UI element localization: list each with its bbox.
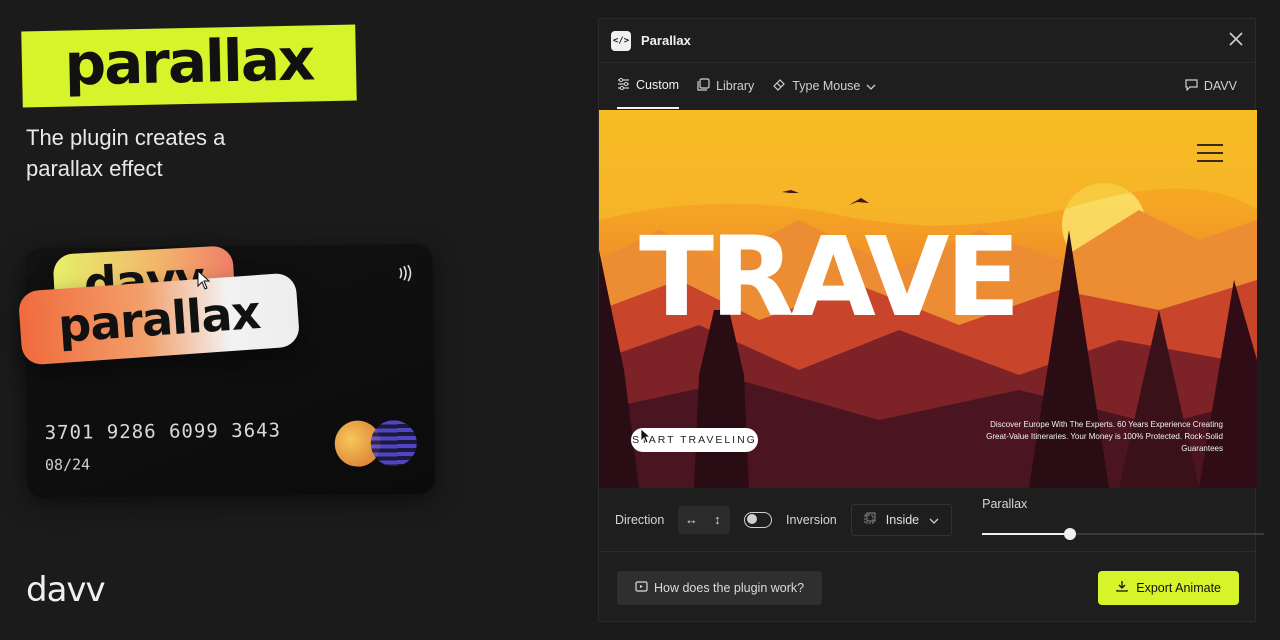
direction-vertical-button[interactable]: ↕ [704,506,730,534]
code-icon: </> [611,30,631,51]
direction-toggle-group: ↔ ↕ [678,505,731,534]
slider-track[interactable] [982,527,1265,540]
headline-text: parallax [63,25,314,99]
library-icon [697,78,710,94]
brand-logo: davv [26,570,106,610]
tab-custom-label: Custom [636,78,680,92]
headline-badge: parallax [21,24,357,108]
footer-bar: How does the plugin work? Export Animate [599,552,1257,623]
tab-library[interactable]: Library [697,63,754,109]
account-label: DAVV [1203,79,1237,93]
inversion-label: Inversion [786,512,837,527]
comment-icon [1185,78,1198,94]
window-title: Parallax [641,33,691,48]
video-icon [635,580,648,595]
layers-icon [864,512,876,527]
preview-description: Discover Europe With The Experts. 60 Yea… [986,420,1223,453]
export-button-label: Export Animate [1136,580,1221,595]
hamburger-menu-icon[interactable] [1197,144,1223,168]
parallax-slider[interactable]: Parallax [982,495,1265,545]
chevron-down-icon [929,513,939,527]
controls-bar: Direction ↔ ↕ Inversion Inside Parallax [599,488,1265,552]
sliders-icon [617,77,630,93]
chevron-down-icon [866,79,876,93]
tab-custom[interactable]: Custom [617,63,680,109]
mouse-cursor-icon [197,269,211,295]
parallax-preview[interactable]: TRAVE START TRAVELING Discover Europe Wi… [599,110,1257,488]
card-network-logo [334,418,425,467]
parallax-slider-label: Parallax [982,496,1028,511]
tagline: The plugin creates a parallax effect [26,125,226,181]
contactless-icon [395,264,413,287]
download-icon [1116,580,1128,595]
title-bar: </> Parallax [599,19,1255,63]
slider-thumb[interactable] [1063,527,1076,540]
mouse-type-icon [772,78,786,94]
slider-fill [982,532,1070,535]
logo-circle-right [370,420,418,467]
tab-type-mouse[interactable]: Type Mouse [772,63,876,109]
mode-select[interactable]: Inside [850,503,953,536]
card-expiry: 08/24 [44,455,91,474]
direction-label: Direction [615,512,665,527]
help-button[interactable]: How does the plugin work? [617,570,823,605]
direction-horizontal-button[interactable]: ↔ [678,506,704,534]
tab-type-mouse-label: Type Mouse [792,79,861,93]
inversion-toggle[interactable] [744,511,773,528]
tab-bar: Custom Library Type Mouse DAVV [599,63,1255,109]
plugin-window: </> Parallax Custom Library Type Mouse D… [598,18,1265,623]
close-icon [1229,32,1243,46]
hero-word: TRAVE [639,213,1021,341]
tab-library-label: Library [716,79,755,93]
close-button[interactable] [1229,29,1243,52]
card-number: 3701 9286 6099 3643 [44,419,282,444]
mode-select-value: Inside [885,512,920,527]
account-button[interactable]: DAVV [1185,63,1237,109]
help-button-label: How does the plugin work? [654,580,805,595]
export-animate-button[interactable]: Export Animate [1098,570,1239,605]
